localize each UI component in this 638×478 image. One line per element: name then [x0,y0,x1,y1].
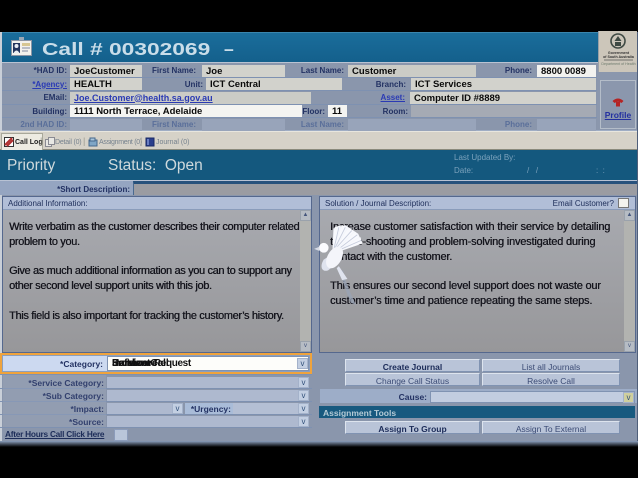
svg-text:Department of Health: Department of Health [601,62,635,66]
svg-text:of South Australia: of South Australia [603,55,635,59]
